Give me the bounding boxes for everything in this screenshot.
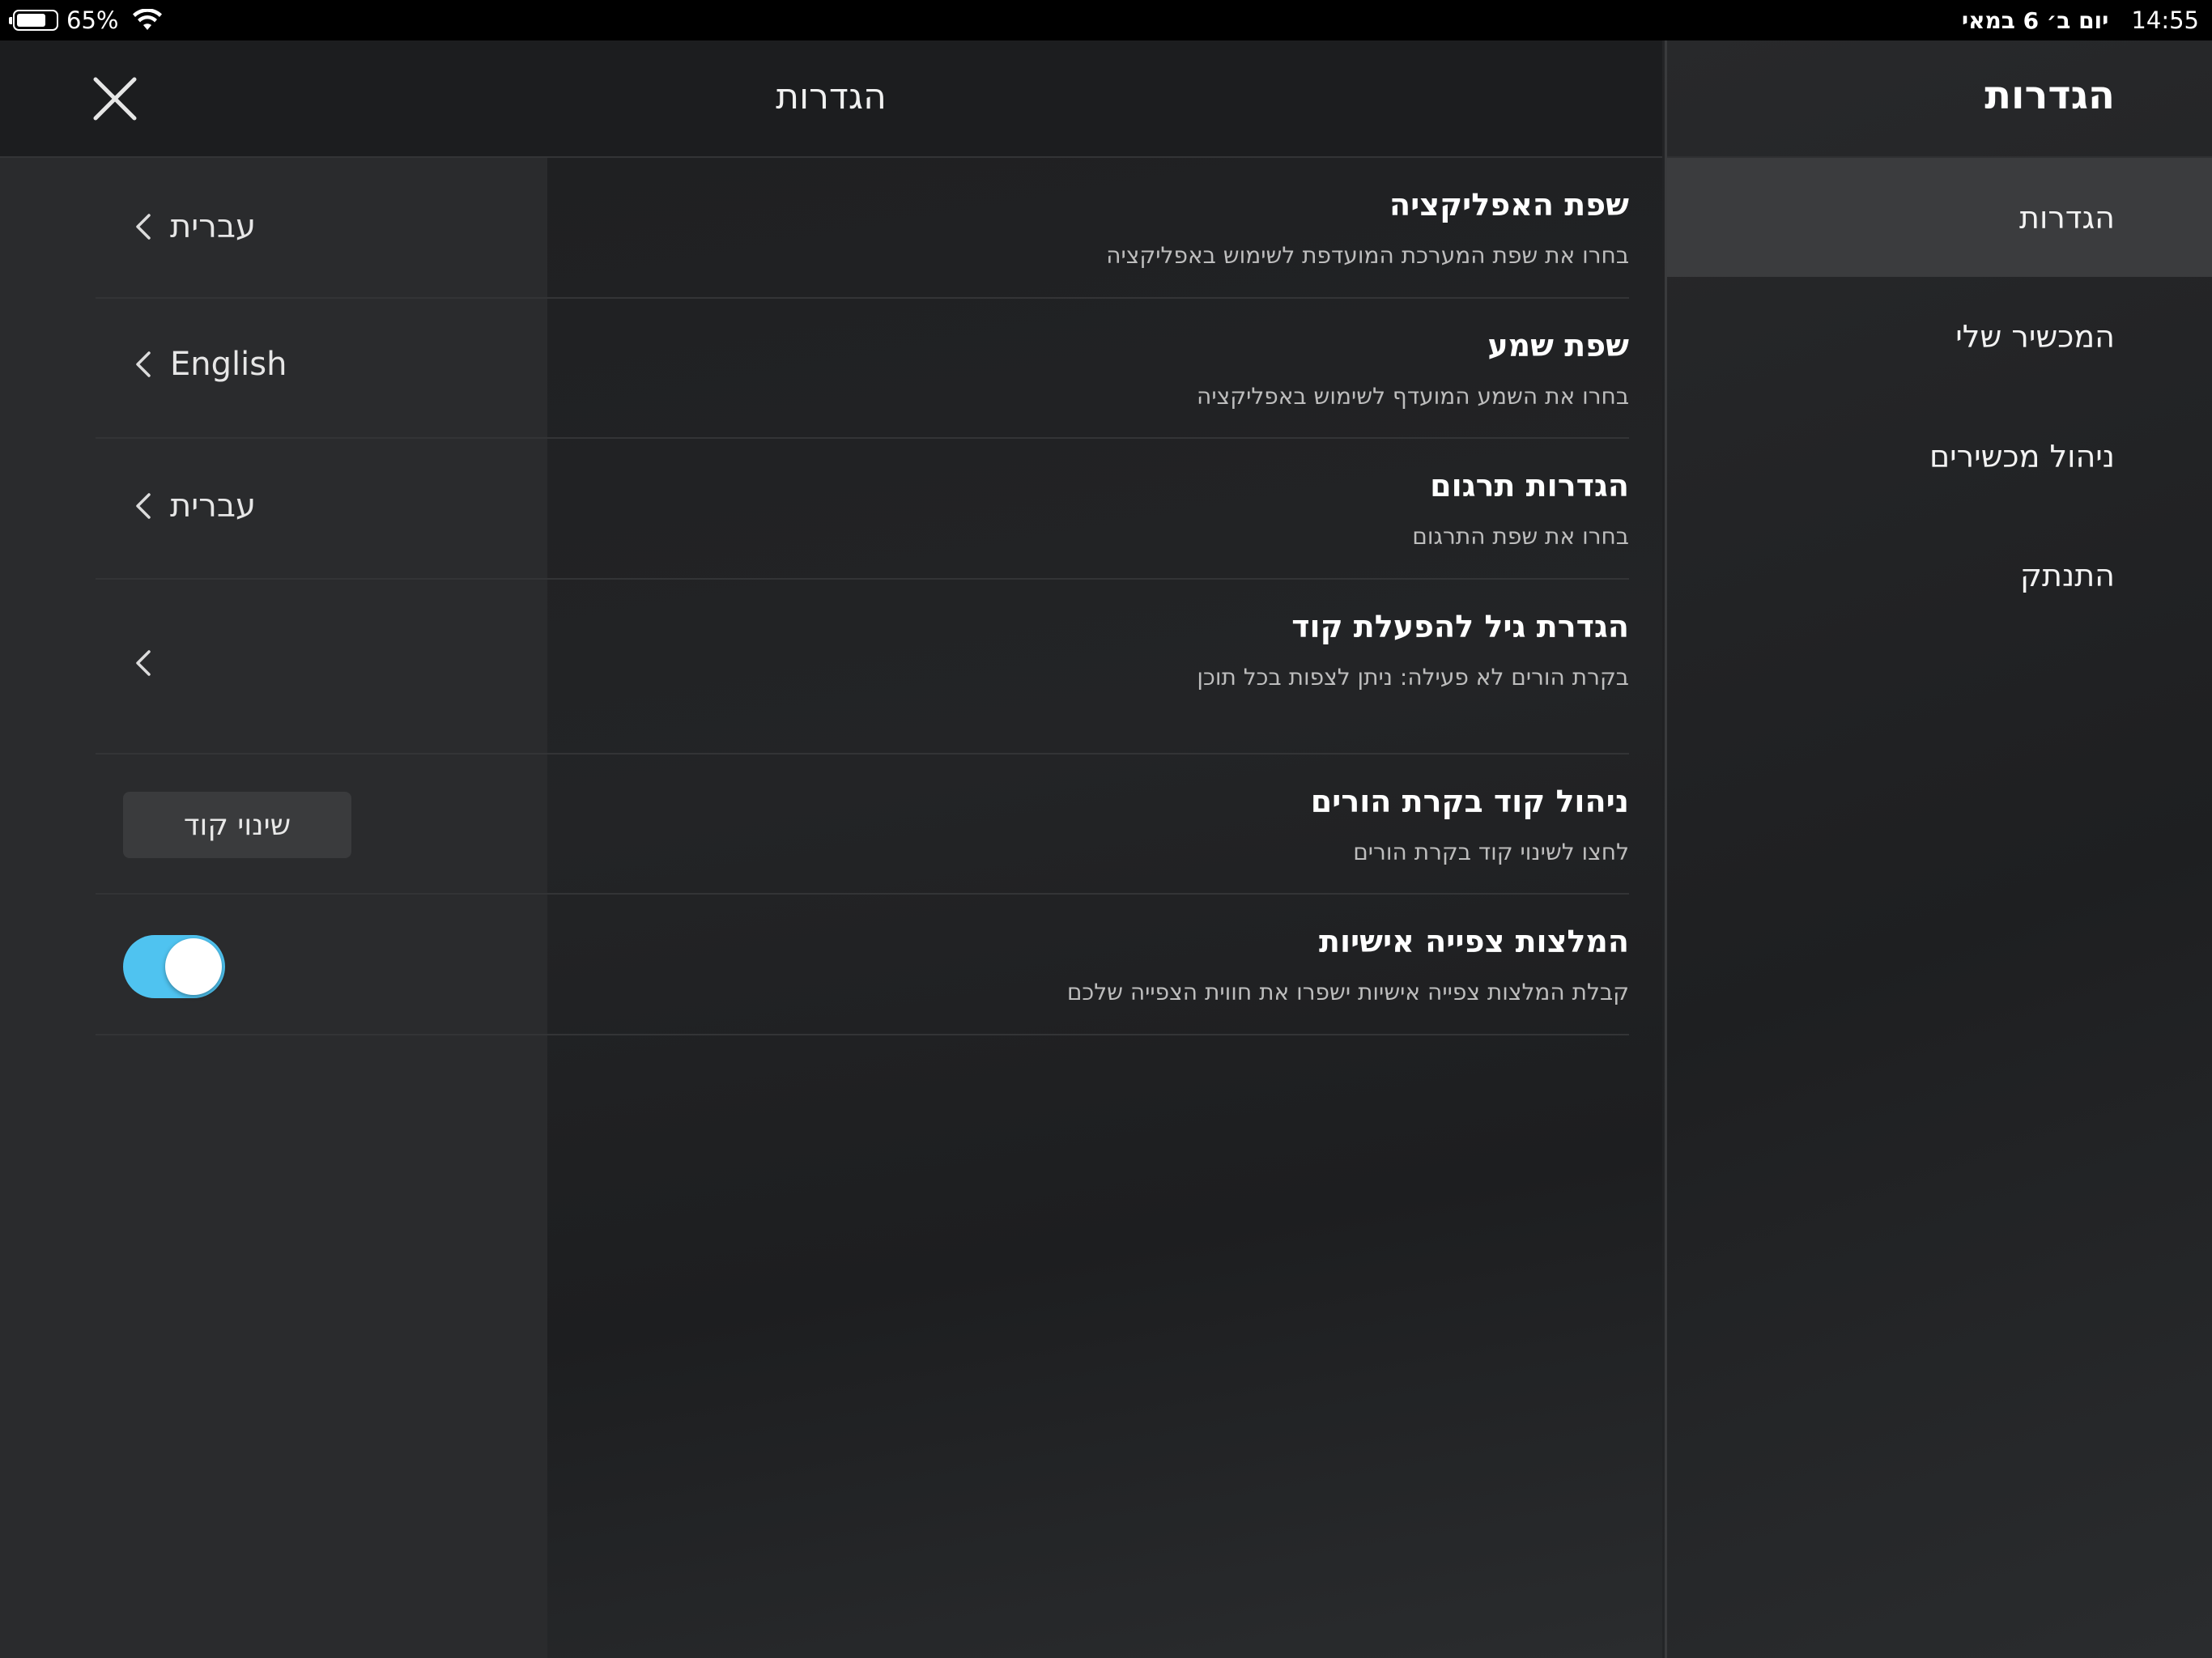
chevron-left-icon — [136, 650, 151, 676]
setting-row-subtitles[interactable]: הגדרות תרגום בחרו את שפת התרגום עברית — [96, 439, 1629, 580]
main-header: הגדרות — [0, 40, 1662, 158]
setting-title: שפת שמע — [1487, 328, 1629, 363]
sidebar-title: הגדרות — [1984, 73, 2115, 118]
chevron-left-icon — [136, 493, 151, 519]
setting-subtitle: בחרו את שפת המערכת המועדפת לשימוש באפליק… — [1106, 242, 1629, 269]
sidebar-item-label: הגדרות — [2018, 199, 2115, 236]
battery-percent: 65% — [66, 6, 119, 34]
setting-title: הגדרת גיל להפעלת קוד — [1291, 609, 1629, 644]
wifi-icon — [133, 9, 163, 30]
sidebar-item-label: המכשיר שלי — [1955, 318, 2115, 355]
sidebar-item-label: ניהול מכשירים — [1929, 438, 2115, 474]
status-bar-right: יום ב׳ 6 במאי 14:55 — [1962, 0, 2199, 40]
setting-row-audio-language[interactable]: שפת שמע בחרו את השמע המועדף לשימוש באפלי… — [96, 299, 1629, 439]
setting-row-parental-code: ניהול קוד בקרת הורים לחצו לשינוי קוד בקר… — [96, 755, 1629, 895]
status-date: יום ב׳ 6 במאי — [1961, 6, 2109, 34]
setting-row-recommendations: המלצות צפייה אישיות קבלת המלצות צפייה אי… — [96, 895, 1629, 1035]
audio-language-selector[interactable]: English — [134, 346, 287, 383]
selected-value: English — [170, 346, 287, 383]
chevron-left-icon — [136, 214, 151, 240]
parental-age-selector[interactable] — [134, 649, 170, 677]
setting-row-app-language[interactable]: שפת האפליקציה בחרו את שפת המערכת המועדפת… — [96, 158, 1629, 299]
sidebar-item-my-device[interactable]: המכשיר שלי — [1667, 277, 2212, 396]
setting-subtitle: בחרו את שפת התרגום — [1412, 523, 1629, 550]
selected-value: עברית — [170, 487, 256, 525]
setting-row-parental-age[interactable]: הגדרת גיל להפעלת קוד בקרת הורים לא פעילה… — [96, 580, 1629, 755]
setting-subtitle: בחרו את השמע המועדף לשימוש באפליקציה — [1197, 383, 1629, 410]
status-bar: 65% יום ב׳ 6 במאי 14:55 — [0, 0, 2212, 40]
sidebar: הגדרות הגדרות המכשיר שלי ניהול מכשירים ה… — [1665, 40, 2212, 1658]
setting-title: המלצות צפייה אישיות — [1318, 924, 1629, 959]
selected-value: עברית — [170, 208, 256, 245]
setting-title: הגדרות תרגום — [1430, 468, 1629, 504]
change-code-button[interactable]: שינוי קוד — [123, 792, 351, 858]
settings-screen: 65% יום ב׳ 6 במאי 14:55 הגדרות שפת האפלי… — [0, 0, 2212, 1658]
setting-subtitle: קבלת המלצות צפייה אישיות ישפרו את חווית … — [1066, 979, 1629, 1005]
settings-list: שפת האפליקציה בחרו את שפת המערכת המועדפת… — [0, 158, 1662, 1658]
sidebar-item-logout[interactable]: התנתק — [1667, 516, 2212, 635]
subtitle-language-selector[interactable]: עברית — [134, 487, 256, 525]
toggle-knob — [165, 938, 222, 995]
sidebar-item-label: התנתק — [2020, 557, 2115, 593]
setting-subtitle: בקרת הורים לא פעילה: ניתן לצפות בכל תוכן — [1197, 664, 1629, 691]
status-time: 14:55 — [2131, 6, 2199, 34]
sidebar-item-settings[interactable]: הגדרות — [1667, 158, 2212, 277]
chevron-left-icon — [136, 351, 151, 377]
status-bar-left: 65% — [9, 0, 163, 40]
page-title: הגדרות — [776, 76, 887, 117]
setting-title: ניהול קוד בקרת הורים — [1310, 784, 1629, 819]
sidebar-item-device-management[interactable]: ניהול מכשירים — [1667, 397, 2212, 516]
recommendations-toggle[interactable] — [123, 935, 225, 998]
setting-subtitle: לחצו לשינוי קוד בקרת הורים — [1353, 839, 1629, 865]
setting-title: שפת האפליקציה — [1389, 187, 1629, 223]
battery-icon — [9, 10, 58, 31]
app-language-selector[interactable]: עברית — [134, 208, 256, 245]
main-panel: הגדרות שפת האפליקציה בחרו את שפת המערכת … — [0, 40, 1662, 1658]
